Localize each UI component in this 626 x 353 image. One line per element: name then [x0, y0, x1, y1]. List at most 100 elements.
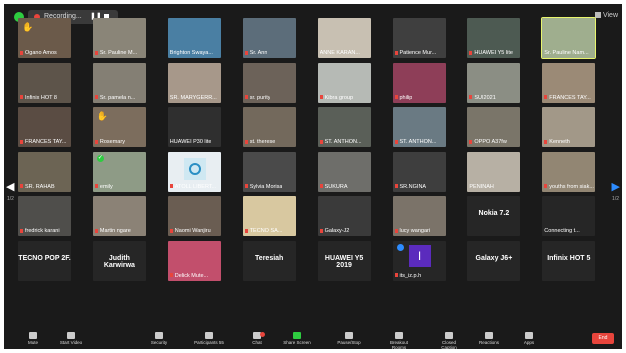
- zoom-window: Recording... ❚❚ View ◀ 1/2 ▶ 1/2 ✋ Ogano …: [4, 4, 622, 349]
- participant-tile[interactable]: PENINAH: [467, 151, 521, 192]
- participant-tile[interactable]: lucy wangari: [392, 196, 446, 236]
- participant-tile[interactable]: Nokia 7.2: [467, 196, 521, 236]
- participant-tile[interactable]: Iits_iz.p.h: [392, 240, 446, 281]
- participant-name-label: emily: [94, 184, 113, 191]
- muted-mic-icon: [394, 50, 398, 55]
- participant-tile[interactable]: Sylvia Morisa: [242, 151, 296, 192]
- participant-tile[interactable]: fredrick karani: [18, 196, 71, 236]
- participant-name: HUAWEI Y5 lite: [474, 50, 513, 56]
- participant-tile[interactable]: st. therese: [242, 107, 296, 147]
- participant-tile[interactable]: Sr. pamela n...: [92, 62, 146, 103]
- prev-page-arrow[interactable]: ◀: [6, 180, 14, 193]
- pause-stop-button[interactable]: Pause/Stop: [334, 332, 364, 345]
- participant-tile[interactable]: ✓ emily: [92, 151, 146, 192]
- muted-mic-icon: [169, 228, 173, 233]
- participant-name-label: Sr. Ann: [244, 50, 267, 57]
- muted-mic-icon: [20, 228, 23, 233]
- muted-mic-icon: [394, 228, 398, 233]
- participant-name-label: its_iz.p.h: [394, 273, 421, 280]
- participant-tile[interactable]: SUKURA: [317, 151, 371, 192]
- participant-name-label: Kibra group: [319, 94, 354, 102]
- reactions-button[interactable]: Reactions: [474, 332, 504, 345]
- participant-tile[interactable]: Connecting t...: [542, 196, 596, 236]
- muted-mic-icon: [244, 228, 248, 233]
- participant-tile[interactable]: Kenneth: [542, 107, 596, 147]
- start-video-button[interactable]: Start Video: [56, 332, 86, 345]
- breakout-rooms-button[interactable]: Breakout Rooms: [384, 332, 414, 349]
- participant-tile[interactable]: ✋ Ogano Amos: [18, 18, 71, 58]
- apps-icon: [525, 332, 533, 339]
- participant-tile[interactable]: SR.NGINA: [392, 151, 446, 192]
- chat-button[interactable]: Chat: [242, 332, 272, 345]
- security-button[interactable]: Security: [144, 332, 174, 345]
- participant-tile[interactable]: Martin ngare: [92, 196, 146, 236]
- participant-tile[interactable]: Sr. Ann: [242, 18, 296, 58]
- participant-name: Kenneth: [549, 139, 570, 145]
- participant-tile[interactable]: Infinix HOT 5: [542, 240, 596, 281]
- participant-tile[interactable]: ST. ANTHON...: [392, 107, 446, 147]
- participant-name-label: Brighton Swaya...: [170, 50, 213, 57]
- avatar: I: [408, 244, 431, 267]
- next-page-arrow[interactable]: ▶: [612, 180, 620, 193]
- toolbar-label: Start Video: [59, 340, 83, 345]
- participant-tile[interactable]: Kibra group: [317, 62, 371, 103]
- participant-name-label: Galaxy-J2: [319, 228, 349, 235]
- participant-tile[interactable]: ✋ Rosemary: [92, 107, 146, 147]
- participant-tile[interactable]: SUI2021: [467, 62, 521, 103]
- participant-name-label: SUKURA: [319, 184, 348, 191]
- raised-hand-icon: ✋: [96, 111, 109, 121]
- participant-tile[interactable]: ANNE KARAN...: [317, 18, 371, 58]
- toolbar-label: Closed Caption: [441, 340, 457, 349]
- view-button[interactable]: View: [594, 12, 618, 19]
- participant-tile[interactable]: youths from siak...: [542, 151, 596, 192]
- end-meeting-button[interactable]: End: [592, 333, 614, 344]
- participants-button[interactable]: Participants 55: [194, 332, 224, 345]
- participant-name-label: sr. purity: [244, 94, 271, 102]
- participant-tile[interactable]: SR. RAHAB: [18, 151, 71, 192]
- participant-tile[interactable]: TECNO SA...: [242, 196, 296, 236]
- muted-mic-icon: [244, 95, 248, 100]
- participant-tile[interactable]: TECNO POP 2F.: [18, 240, 71, 281]
- participant-tile[interactable]: HUAWEI Y5 2019: [317, 240, 371, 281]
- participant-tile[interactable]: HUAWEI Y5 lite: [467, 18, 521, 58]
- participant-tile[interactable]: Patience Mur...: [392, 18, 446, 58]
- participant-tile[interactable]: Galaxy J6+: [467, 240, 521, 281]
- participant-name: sr. purity: [249, 94, 271, 101]
- participant-tile[interactable]: sr. purity: [242, 62, 296, 103]
- muted-mic-icon: [20, 95, 23, 100]
- profile-logo-icon: [183, 157, 206, 180]
- participant-tile[interactable]: Naomi Wanjiru: [167, 196, 221, 236]
- participant-name-label: PENINAH: [469, 184, 493, 191]
- muted-mic-icon: [544, 95, 548, 100]
- participant-tile[interactable]: Teresiah: [242, 240, 296, 281]
- closed-caption-button[interactable]: Closed Caption: [434, 332, 464, 349]
- participant-tile[interactable]: Brighton Swaya...: [167, 18, 221, 58]
- participant-name: Kibra group: [324, 94, 354, 101]
- toolbar-label: Mute: [27, 340, 38, 345]
- participant-tile[interactable]: Infinix HOT 8: [18, 62, 71, 103]
- participant-tile[interactable]: ATOLL LIBERT...: [167, 151, 221, 192]
- pause-stop-icon: [345, 332, 353, 339]
- participant-name: Sr. pamela n...: [99, 94, 136, 101]
- page-indicator-left: 1/2: [7, 196, 14, 202]
- participant-tile[interactable]: Sr. Pauline Nam...: [541, 17, 597, 59]
- participant-tile[interactable]: Galaxy-J2: [317, 196, 371, 236]
- participant-tile[interactable]: FRANCES TAY...: [18, 107, 71, 147]
- participant-tile[interactable]: Judith Karwirwa: [92, 240, 146, 281]
- participant-name: Brighton Swaya...: [169, 50, 213, 56]
- participant-tile[interactable]: OPPO A37fw: [467, 107, 521, 147]
- info-icon: [396, 243, 404, 251]
- participant-tile[interactable]: FRANCES TAY...: [542, 62, 596, 103]
- mute-button[interactable]: Mute: [18, 332, 48, 345]
- muted-mic-icon: [469, 139, 473, 144]
- participant-tile[interactable]: Sr. Pauline M...: [92, 18, 146, 58]
- participant-name: HUAWEI Y5 2019: [324, 254, 364, 269]
- participant-tile[interactable]: Delick Mute...: [167, 240, 221, 281]
- apps-button[interactable]: Apps: [514, 332, 544, 345]
- participant-tile[interactable]: HUAWEI P30 lite: [167, 107, 221, 147]
- participant-tile[interactable]: SR. MARYGERR...: [167, 62, 221, 103]
- participant-name-label: Infinix HOT 8: [20, 95, 57, 102]
- participant-tile[interactable]: philip: [392, 62, 446, 103]
- share-screen-button[interactable]: Share Screen: [282, 332, 312, 345]
- participant-tile[interactable]: ST. ANTHON...: [317, 107, 371, 147]
